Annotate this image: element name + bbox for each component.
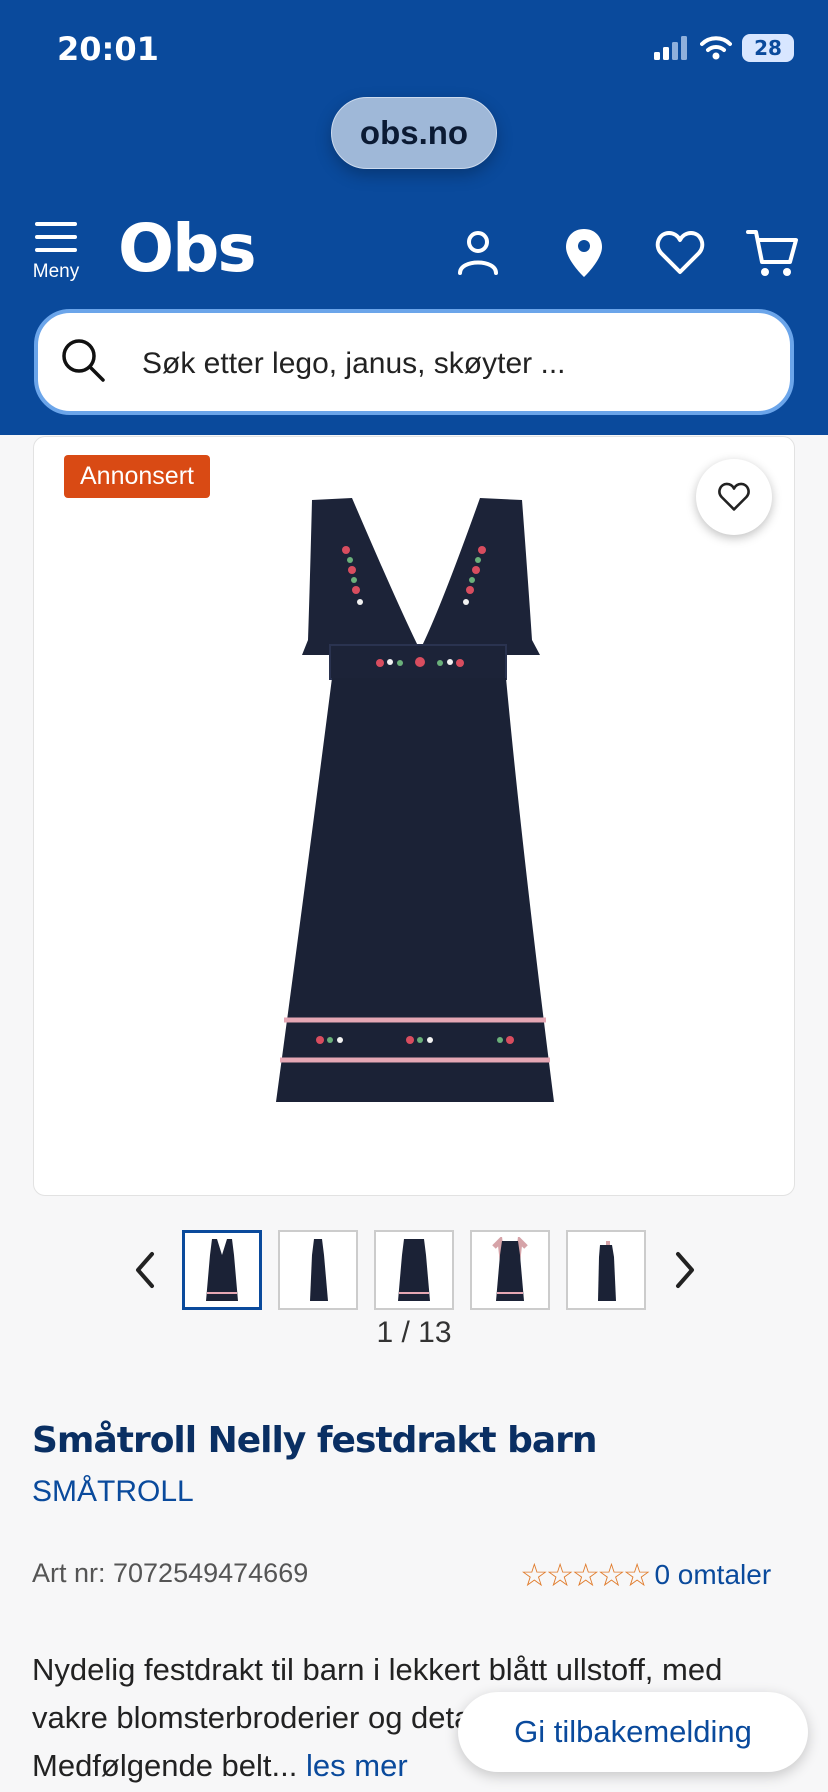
location-icon[interactable]	[556, 225, 612, 281]
menu-button[interactable]: Meny	[28, 222, 84, 292]
header-nav-icons	[450, 225, 800, 281]
cart-icon[interactable]	[744, 225, 800, 281]
search-placeholder: Søk etter lego, janus, skøyter ...	[142, 347, 566, 380]
thumbnail-5[interactable]	[566, 1230, 646, 1310]
menu-label: Meny	[32, 261, 80, 282]
signal-icon	[654, 36, 687, 60]
chevron-right-icon[interactable]	[670, 1250, 700, 1290]
status-icons: 28	[654, 34, 794, 62]
heart-icon	[718, 482, 750, 511]
product-title: Småtroll Nelly festdrakt barn	[32, 1420, 598, 1461]
sponsored-badge: Annonsert	[64, 455, 210, 498]
battery-indicator: 28	[742, 34, 794, 62]
thumbnail-strip	[182, 1230, 646, 1310]
account-icon[interactable]	[450, 225, 506, 281]
url-bar[interactable]: obs.no	[331, 97, 497, 169]
menu-icon	[28, 222, 84, 252]
obs-logo[interactable]: Obs	[118, 214, 257, 284]
star-rating-icon: ☆☆☆☆☆	[520, 1557, 651, 1593]
thumbnail-2[interactable]	[278, 1230, 358, 1310]
rating[interactable]: ☆☆☆☆☆ 0 omtaler	[520, 1556, 771, 1594]
favorite-button[interactable]	[696, 459, 772, 535]
status-time: 20:01	[57, 30, 159, 68]
feedback-button[interactable]: Gi tilbakemelding	[458, 1692, 808, 1772]
read-more-link[interactable]: les mer	[306, 1748, 408, 1783]
search-input[interactable]: Søk etter lego, janus, skøyter ...	[34, 309, 794, 415]
search-icon	[62, 339, 105, 382]
thumbnail-4[interactable]	[470, 1230, 550, 1310]
thumbnail-1[interactable]	[182, 1230, 262, 1310]
heart-icon[interactable]	[652, 225, 708, 281]
reviews-link[interactable]: 0 omtaler	[654, 1559, 771, 1591]
wifi-icon	[700, 36, 732, 60]
chevron-left-icon[interactable]	[130, 1250, 160, 1290]
header: 20:01 28 obs.no Meny Obs Søk etter lego,…	[0, 0, 828, 435]
thumbnail-3[interactable]	[374, 1230, 454, 1310]
product-brand-link[interactable]: SMÅTROLL	[32, 1475, 194, 1509]
article-number: Art nr: 7072549474669	[32, 1558, 309, 1588]
product-image-dress	[276, 498, 554, 1102]
gallery-counter: 1 / 13	[376, 1316, 452, 1349]
